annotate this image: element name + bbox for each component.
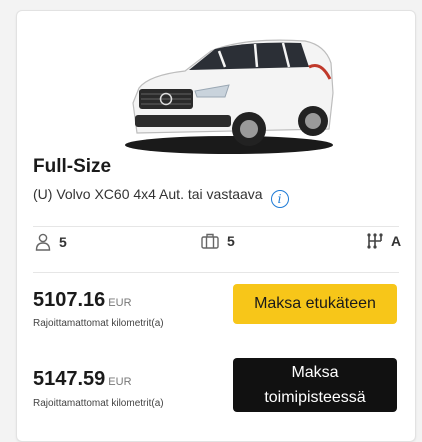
price-value: 5147.59 (33, 368, 106, 390)
gearshift-icon (367, 233, 383, 249)
car-model: (U) Volvo XC60 4x4 Aut. tai vastaava i (33, 186, 289, 208)
car-category: Full-Size (33, 156, 112, 177)
car-model-label: (U) Volvo XC60 4x4 Aut. tai vastaava (33, 186, 263, 202)
info-icon[interactable]: i (270, 190, 289, 208)
luggage-count: 5 (227, 233, 235, 249)
price-pay-at-counter: 5147.59 EUR (33, 368, 132, 391)
divider (33, 226, 399, 227)
suitcase-icon (201, 233, 219, 249)
seats-feature: 5 (35, 233, 67, 251)
car-offer-card: Full-Size (U) Volvo XC60 4x4 Aut. tai va… (16, 10, 416, 442)
transmission-type: A (391, 233, 402, 249)
price-value: 5107.16 (33, 289, 106, 311)
currency-label: EUR (108, 297, 132, 309)
pay-now-button[interactable]: Maksa etukäteen (233, 284, 397, 324)
pay-at-counter-button[interactable]: Maksa toimipisteessä (233, 358, 397, 412)
currency-label: EUR (108, 376, 132, 388)
transmission-feature: A (367, 233, 401, 249)
seats-count: 5 (59, 234, 67, 250)
luggage-feature: 5 (201, 233, 235, 249)
car-image (125, 39, 334, 154)
person-icon (35, 233, 51, 251)
mileage-note: Rajoittamattomat kilometrit(a) (33, 318, 164, 329)
mileage-note: Rajoittamattomat kilometrit(a) (33, 398, 164, 409)
price-prepay: 5107.16 EUR (33, 289, 132, 312)
divider (33, 272, 399, 273)
